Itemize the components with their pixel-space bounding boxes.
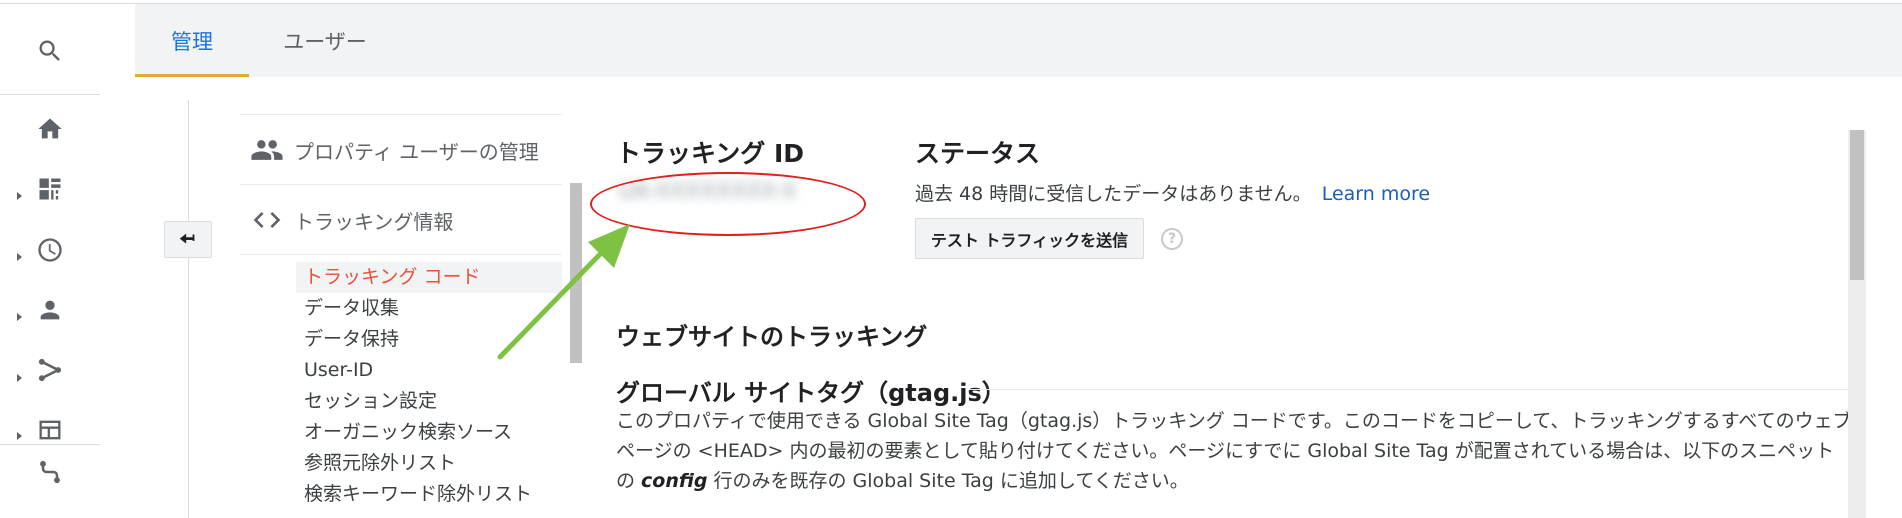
send-test-traffic-button[interactable]: テスト トラフィックを送信 <box>915 218 1144 259</box>
search-icon[interactable] <box>0 26 100 76</box>
gtag-divider <box>968 389 1848 390</box>
help-icon[interactable]: ? <box>1161 228 1183 250</box>
learn-more-link[interactable]: Learn more <box>1322 183 1430 205</box>
code-icon <box>240 204 294 236</box>
desc-config-keyword: config <box>641 470 708 492</box>
chevron-right-icon <box>14 368 24 382</box>
tab-users[interactable]: ユーザー <box>265 4 385 77</box>
gtag-description: このプロパティで使用できる Global Site Tag（gtag.js）トラ… <box>616 406 1852 496</box>
nav-sub-session-settings[interactable]: セッション設定 <box>296 386 562 417</box>
people-icon <box>240 133 294 167</box>
tab-admin[interactable]: 管理 <box>135 4 249 77</box>
status-text: 過去 48 時間に受信したデータはありません。 <box>915 183 1312 205</box>
chevron-right-icon <box>14 247 24 261</box>
home-icon[interactable] <box>0 104 100 154</box>
nav-divider <box>240 184 562 185</box>
nav-sub-search-term-exclusion[interactable]: 検索キーワード除外リスト <box>296 479 562 510</box>
main-scrollbar-thumb[interactable] <box>1850 130 1864 280</box>
chevron-right-icon <box>14 186 24 200</box>
chevron-right-icon <box>14 307 24 321</box>
nav-tracking-label: トラッキング情報 <box>294 209 454 234</box>
left-rail <box>0 4 100 518</box>
nav-sub-referral-exclusion[interactable]: 参照元除外リスト <box>296 448 562 479</box>
nav-users-label: プロパティ ユーザーの管理 <box>294 139 539 164</box>
panel-divider <box>188 100 189 518</box>
nav-item-property-users[interactable]: プロパティ ユーザーの管理 <box>240 116 562 184</box>
status-heading: ステータス <box>915 139 1041 168</box>
desc-part-2: 行のみを既存の Global Site Tag に追加してください。 <box>707 470 1189 492</box>
nav-sub-organic-search[interactable]: オーガニック検索ソース <box>296 417 562 448</box>
chevron-right-icon <box>14 426 24 440</box>
gtag-heading: グローバル サイトタグ（gtag.js） <box>616 379 1006 407</box>
status-message: 過去 48 時間に受信したデータはありません。 Learn more <box>915 179 1430 206</box>
rail-divider <box>0 444 100 445</box>
back-button[interactable] <box>164 221 212 258</box>
nav-divider <box>240 114 562 115</box>
route-icon[interactable] <box>0 447 100 497</box>
website-tracking-heading: ウェブサイトのトラッキング <box>616 323 928 351</box>
rail-divider <box>0 94 100 95</box>
tracking-id-heading: トラッキング ID <box>616 139 805 168</box>
back-arrow-icon <box>179 233 195 244</box>
